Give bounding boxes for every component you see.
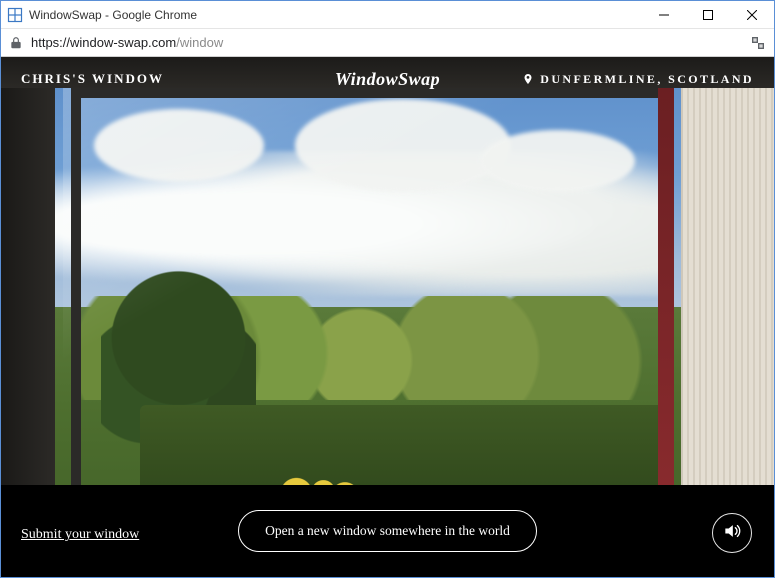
brand-logo: WindowSwap <box>335 69 440 90</box>
url-path: /window <box>176 35 223 50</box>
url-text: https://window-swap.com/window <box>31 35 223 50</box>
window-controls <box>642 1 774 28</box>
minimize-button[interactable] <box>642 1 686 28</box>
titlebar: WindowSwap - Google Chrome <box>1 1 774 29</box>
location-text: DUNFERMLINE, SCOTLAND <box>540 72 754 87</box>
page-viewport: CHRIS'S WINDOW WindowSwap DUNFERMLINE, S… <box>1 57 774 577</box>
lock-icon <box>9 36 23 50</box>
location-label: DUNFERMLINE, SCOTLAND <box>522 72 754 87</box>
window-title: WindowSwap - Google Chrome <box>29 8 642 22</box>
sound-toggle-button[interactable] <box>712 513 752 553</box>
location-pin-icon <box>522 73 534 85</box>
owner-label: CHRIS'S WINDOW <box>21 71 164 87</box>
url-host: https://window-swap.com <box>31 35 176 50</box>
close-button[interactable] <box>730 1 774 28</box>
footer-bar: Submit your window Open a new window som… <box>1 485 774 577</box>
submit-window-link[interactable]: Submit your window <box>21 527 139 543</box>
address-bar[interactable]: https://window-swap.com/window <box>1 29 774 57</box>
speaker-icon <box>722 521 742 546</box>
open-new-window-button[interactable]: Open a new window somewhere in the world <box>238 510 537 552</box>
maximize-button[interactable] <box>686 1 730 28</box>
app-favicon <box>7 7 23 23</box>
overlay-header: CHRIS'S WINDOW WindowSwap DUNFERMLINE, S… <box>1 57 774 101</box>
translate-icon[interactable] <box>750 35 766 51</box>
